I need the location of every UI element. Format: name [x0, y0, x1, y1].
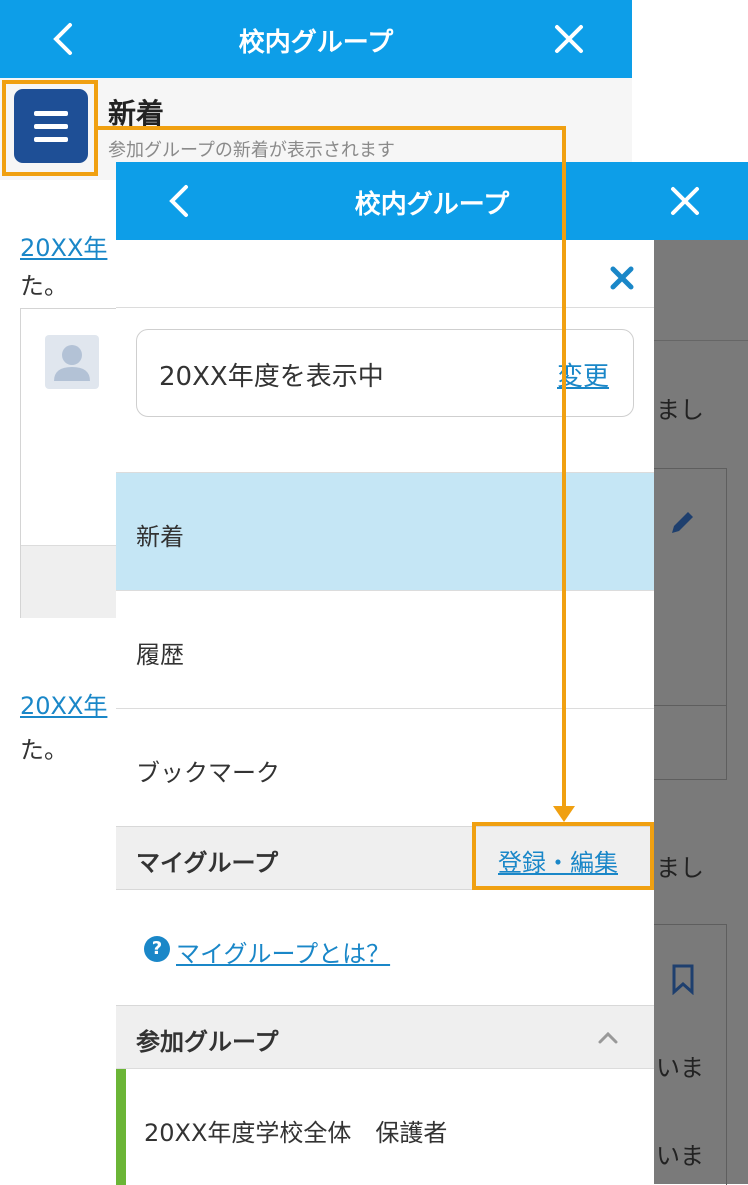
page-title: 新着	[108, 97, 165, 130]
question-circle-icon[interactable]: ?	[144, 936, 170, 962]
feed-link[interactable]: 20XX年	[20, 228, 107, 263]
page-subtitle: 参加グループの新着が表示されます	[108, 140, 395, 161]
joined-group-item[interactable]: 20XX年度学校全体 保護者	[116, 1068, 654, 1185]
divider	[116, 307, 654, 308]
highlight-menu-button	[2, 80, 98, 176]
year-label: 20XX年度を表示中	[159, 362, 384, 392]
year-change-link[interactable]: 変更	[557, 356, 609, 393]
nav-item-new[interactable]: 新着	[116, 472, 654, 591]
nav-item-bookmark[interactable]: ブックマーク	[116, 708, 654, 827]
user-avatar-icon	[45, 335, 99, 389]
feed-link[interactable]: 20XX年	[20, 686, 107, 721]
group-label: 20XX年度学校全体 保護者	[144, 1119, 448, 1147]
year-selector: 20XX年度を表示中 変更	[136, 329, 634, 417]
nav-item-history[interactable]: 履歴	[116, 590, 654, 709]
dimmed-text: いま	[656, 1142, 704, 1170]
dimmed-card	[654, 468, 727, 780]
nav-item-label: 履歴	[136, 641, 184, 669]
close-icon[interactable]	[661, 177, 709, 225]
close-icon[interactable]	[545, 15, 593, 63]
dimmed-text: まし	[656, 854, 704, 882]
header-title: 校内グループ	[238, 28, 394, 58]
header-bar: 校内グループ	[0, 0, 632, 78]
highlight-edit-link	[472, 822, 654, 890]
group-accent-bar	[116, 1069, 126, 1185]
section-title: マイグループ	[136, 849, 279, 877]
nav-item-label: 新着	[136, 523, 184, 551]
section-title: 参加グループ	[136, 1028, 279, 1056]
nav-item-label: ブックマーク	[136, 759, 280, 787]
chevron-left-icon[interactable]	[40, 15, 88, 63]
dimmed-text: まし	[656, 396, 704, 424]
pencil-icon	[668, 507, 698, 537]
chevron-up-icon[interactable]	[596, 1026, 620, 1050]
joined-groups-section-header[interactable]: 参加グループ	[116, 1005, 654, 1069]
side-drawer: 20XX年度を表示中 変更 新着 履歴 ブックマーク マイグループ 登録・編集 …	[116, 240, 654, 1185]
header-bar: 校内グループ	[116, 162, 748, 240]
header-title: 校内グループ	[354, 190, 510, 220]
my-group-help-link[interactable]: マイグループとは？	[176, 934, 390, 969]
chevron-left-icon[interactable]	[156, 177, 204, 225]
dimmed-text: いま	[656, 1054, 704, 1082]
bookmark-icon	[670, 963, 696, 996]
feed-text: た。	[20, 272, 68, 300]
my-group-help-row: ? マイグループとは？	[116, 902, 654, 1004]
dimmed-overlay[interactable]: まし まし いま いま	[654, 240, 748, 1185]
close-x-icon[interactable]	[606, 262, 638, 294]
feed-text: た。	[20, 736, 68, 764]
front-screen: 校内グループ まし まし いま いま 20XX年度を表示中 変更 新着 履歴 ブ…	[116, 162, 748, 1185]
